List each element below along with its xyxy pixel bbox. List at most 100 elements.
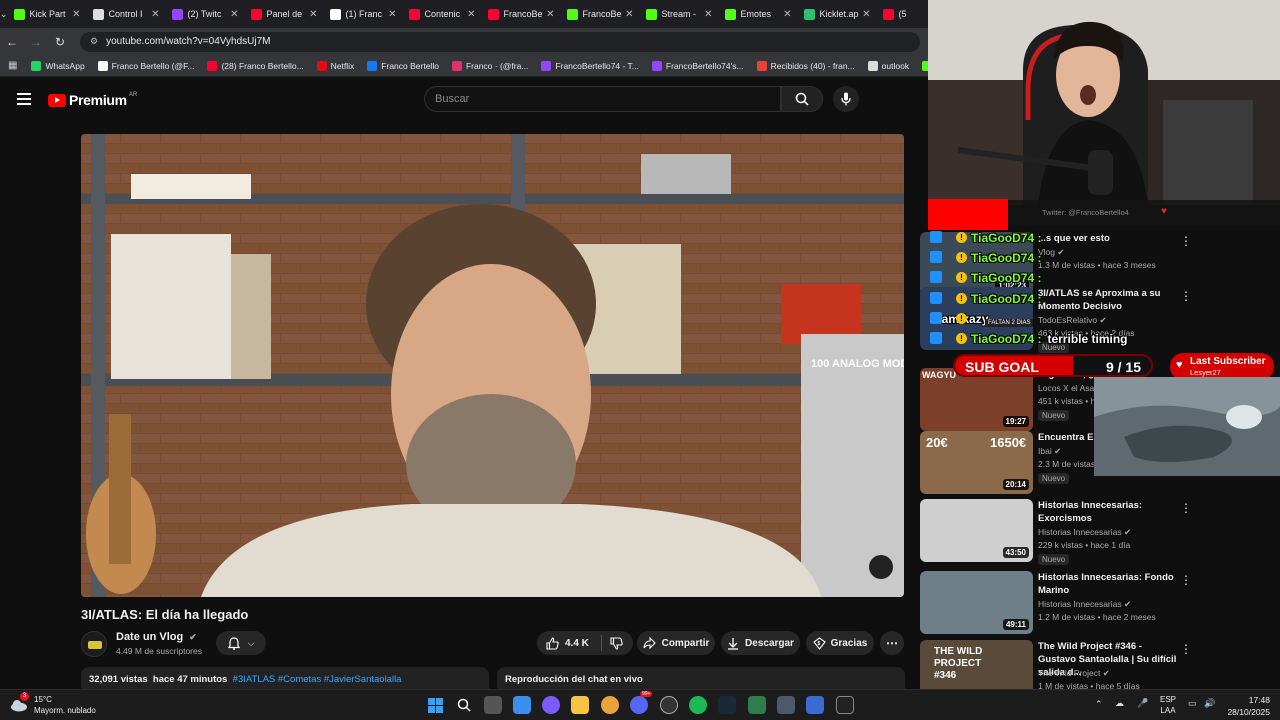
spotify-icon[interactable] — [689, 696, 707, 714]
recommendation-channel[interactable]: Ibai ✔ — [1038, 446, 1061, 457]
video-player[interactable]: 100 ANALOG MODULAR — [81, 134, 904, 597]
recommendation-channel[interactable]: The Wild Project ✔ — [1038, 668, 1110, 679]
chat-replay-header[interactable]: Reproducción del chat en vivo — [497, 667, 905, 689]
task-view-icon[interactable] — [484, 696, 502, 714]
recommendation-item[interactable]: 43:50 Historias Innecesarias: Exorcismos H… — [920, 499, 1280, 565]
recommendation-title[interactable]: Historias Innecesarias: Exorcismos — [1038, 499, 1178, 525]
more-actions-button[interactable]: ⋯ — [880, 631, 904, 655]
language-indicator[interactable]: ESP LAA — [1160, 694, 1176, 716]
reload-icon[interactable]: ↻ — [48, 35, 72, 49]
recommendation-item[interactable]: 49:11 Historias Innecesarias: Fondo Marin… — [920, 571, 1280, 634]
recommendation-channel[interactable]: Historias Innecesarias ✔ — [1038, 527, 1131, 538]
close-icon[interactable]: ✕ — [546, 9, 554, 20]
thanks-button[interactable]: $ Gracias — [806, 631, 874, 655]
browser-tab[interactable]: Kicklet.ap ✕ — [798, 0, 877, 28]
more-icon[interactable]: ⋮ — [1180, 642, 1192, 656]
chrome-icon[interactable] — [601, 696, 619, 714]
close-icon[interactable]: ✕ — [783, 9, 791, 20]
more-icon[interactable]: ⋮ — [1180, 501, 1192, 515]
video-thumbnail[interactable]: WAGYU 19:27 — [920, 368, 1033, 431]
steam-icon[interactable] — [718, 696, 736, 714]
store-icon[interactable] — [513, 696, 531, 714]
browser-tab[interactable]: FrancoBe ✕ — [482, 0, 561, 28]
like-button[interactable]: 4.4 K — [546, 636, 589, 650]
browser-tab[interactable]: (2) Twitc ✕ — [166, 0, 245, 28]
bookmark-item[interactable]: Franco Bertello (@F... — [97, 60, 194, 71]
tab-search-button[interactable]: ⌄ — [0, 0, 8, 28]
apps-grid-icon[interactable]: ▦ — [8, 60, 17, 71]
video-thumbnail[interactable]: 20€ 1650€ 20:14 — [920, 431, 1033, 494]
discord-icon[interactable]: 99+ — [630, 691, 653, 714]
more-icon[interactable]: ⋮ — [1180, 573, 1192, 587]
recommendation-channel[interactable]: TodoEsRelativo ✔ — [1038, 315, 1107, 326]
close-icon[interactable]: ✕ — [625, 9, 633, 20]
bookmark-item[interactable]: Franco Bertello — [367, 60, 439, 71]
recommendation-title[interactable]: ...s que ver esto — [1038, 232, 1178, 245]
display-app-icon[interactable] — [806, 696, 824, 714]
video-thumbnail[interactable]: 49:11 — [920, 571, 1033, 634]
close-icon[interactable]: ✕ — [704, 9, 712, 20]
recommendation-title[interactable]: 3I/ATLAS se Aproxima a su Momento Decisi… — [1038, 287, 1178, 313]
address-bar[interactable]: ⚙ youtube.com/watch?v=04VyhdsUj7M — [80, 31, 920, 52]
browser-tab[interactable]: Contenic ✕ — [403, 0, 482, 28]
browser-tab[interactable]: Control I ✕ — [87, 0, 166, 28]
video-thumbnail[interactable]: 43:50 — [920, 499, 1033, 562]
share-button[interactable]: Compartir — [637, 631, 715, 655]
app-circle-icon[interactable] — [542, 696, 560, 714]
network-app-icon[interactable] — [777, 696, 795, 714]
weather-widget[interactable]: 3 15°C Mayorm. nublado — [10, 692, 96, 716]
subscribed-notifications-button[interactable]: ⌵ — [216, 631, 266, 655]
bookmark-item[interactable]: WhatsApp — [31, 60, 85, 71]
browser-tab[interactable]: FrancoBe ✕ — [561, 0, 640, 28]
obs-icon[interactable] — [660, 696, 678, 714]
bookmark-item[interactable]: FrancoBertello74's... — [651, 60, 744, 71]
dislike-button[interactable] — [610, 636, 623, 650]
bookmark-item[interactable]: outlook — [867, 60, 909, 71]
description-box[interactable]: 32,091 vistas hace 47 minutos #3IATLAS #… — [81, 667, 489, 689]
search-button[interactable] — [781, 86, 823, 112]
voice-search-button[interactable] — [833, 86, 859, 112]
hashtags[interactable]: #3IATLAS #Cometas #JavierSantaolalla — [233, 674, 402, 685]
close-icon[interactable]: ✕ — [309, 9, 317, 20]
menu-icon[interactable] — [17, 93, 31, 105]
browser-tab[interactable]: (1) Franc ✕ — [324, 0, 403, 28]
bookmark-item[interactable]: Netflix — [316, 60, 354, 71]
close-icon[interactable]: ✕ — [862, 9, 870, 20]
close-icon[interactable]: ✕ — [151, 9, 159, 20]
bookmark-item[interactable]: FrancoBertello74 - T... — [541, 60, 639, 71]
file-explorer-icon[interactable] — [571, 696, 589, 714]
microphone-icon[interactable]: 🎤 — [1137, 698, 1148, 709]
close-icon[interactable]: ✕ — [230, 9, 238, 20]
wifi-icon[interactable]: ▭ — [1188, 698, 1197, 709]
app-triangle-icon[interactable] — [748, 696, 766, 714]
bookmark-item[interactable]: (28) Franco Bertello... — [207, 60, 304, 71]
site-info-icon[interactable]: ⚙ — [90, 36, 98, 47]
forward-icon[interactable]: → — [24, 35, 48, 49]
recommendation-channel[interactable]: Vlog ✔ — [1038, 247, 1065, 258]
browser-tab[interactable]: Panel de ✕ — [245, 0, 324, 28]
browser-tab[interactable]: Stream - ✕ — [640, 0, 719, 28]
chevron-up-icon[interactable]: ⌃ — [1095, 699, 1103, 710]
search-icon[interactable] — [455, 696, 473, 714]
close-icon[interactable]: ✕ — [467, 9, 475, 20]
browser-tab[interactable]: Kick Part ✕ — [8, 0, 87, 28]
more-icon[interactable]: ⋮ — [1180, 234, 1192, 248]
back-icon[interactable]: ← — [0, 35, 24, 49]
recommendation-channel[interactable]: Historias Innecesarias ✔ — [1038, 599, 1131, 610]
bookmark-item[interactable]: Franco · (@fra... — [451, 60, 528, 71]
channel-name[interactable]: Date un Vlog ✔ — [116, 631, 197, 643]
bookmark-item[interactable]: Recibidos (40) - fran... — [756, 60, 855, 71]
youtube-premium-logo[interactable]: Premium AR — [48, 92, 137, 108]
close-icon[interactable]: ✕ — [388, 9, 396, 20]
search-input[interactable]: Buscar — [424, 86, 781, 112]
close-icon[interactable]: ✕ — [72, 9, 80, 20]
channel-avatar[interactable] — [81, 631, 107, 657]
windows-start-icon[interactable] — [426, 696, 444, 714]
epic-games-icon[interactable] — [836, 696, 854, 714]
browser-tab[interactable]: Emotes ✕ — [719, 0, 798, 28]
recommendation-title[interactable]: Historias Innecesarias: Fondo Marino — [1038, 571, 1178, 597]
volume-icon[interactable]: 🔊 — [1204, 698, 1215, 709]
system-clock[interactable]: 17:48 28/10/2025 — [1227, 694, 1270, 718]
download-button[interactable]: Descargar — [721, 631, 800, 655]
onedrive-icon[interactable]: ☁ — [1115, 698, 1124, 709]
